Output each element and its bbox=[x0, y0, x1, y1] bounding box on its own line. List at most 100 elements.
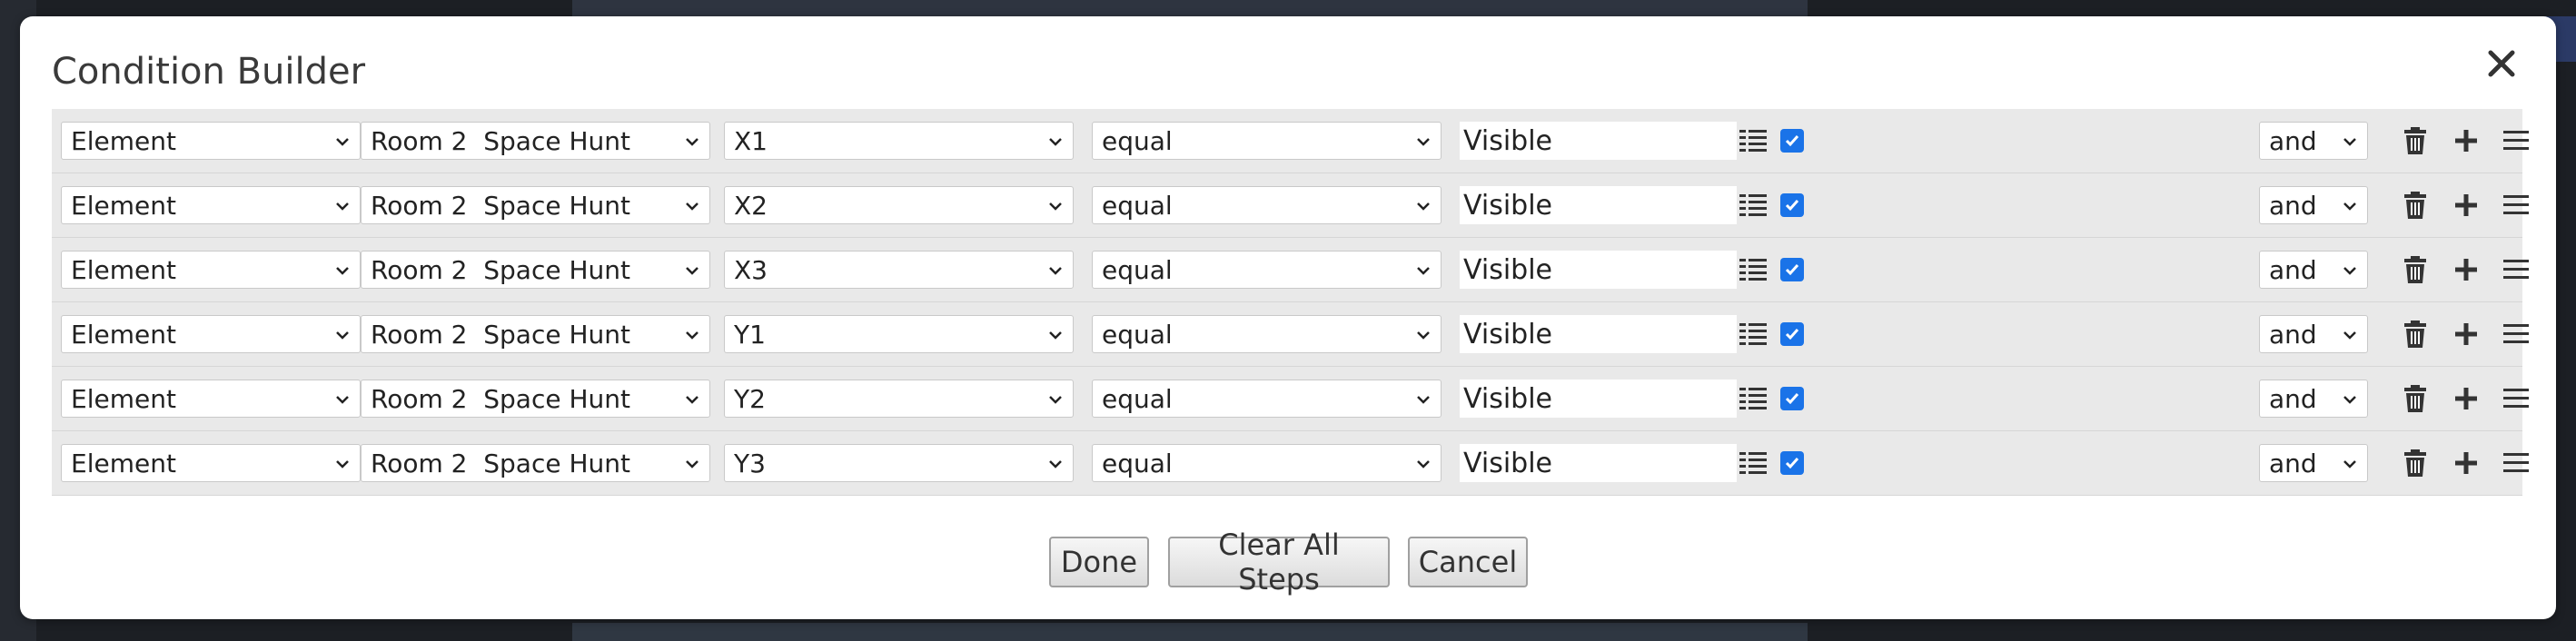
checkmark-icon bbox=[1785, 264, 1799, 276]
element-select-value: Y2 bbox=[734, 383, 766, 414]
reorder-handle[interactable] bbox=[2501, 253, 2531, 286]
add-row-button[interactable] bbox=[2451, 124, 2482, 157]
enabled-checkbox[interactable] bbox=[1780, 258, 1804, 281]
value-input[interactable] bbox=[1460, 251, 1737, 289]
value-input[interactable] bbox=[1460, 444, 1737, 482]
type-select[interactable]: Element bbox=[61, 380, 361, 418]
element-select[interactable]: X1 bbox=[724, 122, 1074, 160]
menu-icon bbox=[2503, 131, 2529, 150]
element-select[interactable]: Y1 bbox=[724, 315, 1074, 353]
type-select[interactable]: Element bbox=[61, 315, 361, 353]
connector-select-value: and bbox=[2269, 319, 2317, 350]
plus-icon bbox=[2455, 452, 2477, 474]
delete-row-button[interactable] bbox=[2400, 447, 2431, 479]
chevron-down-icon bbox=[1049, 267, 1062, 275]
value-input[interactable] bbox=[1460, 186, 1737, 224]
element-select-value: Y3 bbox=[734, 448, 766, 478]
condition-row: Element Room 2 Space Hunt Y1 equal and bbox=[52, 301, 2529, 366]
enabled-checkbox[interactable] bbox=[1780, 129, 1804, 153]
value-input[interactable] bbox=[1460, 380, 1737, 418]
checkmark-icon bbox=[1785, 458, 1799, 469]
connector-select[interactable]: and bbox=[2259, 186, 2368, 224]
chevron-down-icon bbox=[336, 202, 349, 211]
type-select[interactable]: Element bbox=[61, 122, 361, 160]
connector-select[interactable]: and bbox=[2259, 444, 2368, 482]
delete-row-button[interactable] bbox=[2400, 318, 2431, 350]
element-select[interactable]: X2 bbox=[724, 186, 1074, 224]
cancel-button[interactable]: Cancel bbox=[1408, 537, 1528, 587]
chevron-down-icon bbox=[1049, 331, 1062, 340]
chevron-down-icon bbox=[2343, 331, 2356, 340]
type-select[interactable]: Element bbox=[61, 251, 361, 289]
chevron-down-icon bbox=[1049, 138, 1062, 146]
connector-select-value: and bbox=[2269, 125, 2317, 156]
reorder-handle[interactable] bbox=[2501, 189, 2531, 222]
add-row-button[interactable] bbox=[2451, 447, 2482, 479]
enabled-checkbox[interactable] bbox=[1780, 387, 1804, 410]
delete-row-button[interactable] bbox=[2400, 124, 2431, 157]
chevron-down-icon bbox=[1417, 460, 1430, 468]
list-icon[interactable] bbox=[1739, 192, 1767, 218]
add-row-button[interactable] bbox=[2451, 318, 2482, 350]
operator-select[interactable]: equal bbox=[1092, 380, 1442, 418]
element-select[interactable]: Y3 bbox=[724, 444, 1074, 482]
condition-row: Element Room 2 Space Hunt X3 equal and bbox=[52, 237, 2529, 301]
connector-select[interactable]: and bbox=[2259, 251, 2368, 289]
type-select-value: Element bbox=[71, 383, 176, 414]
connector-select[interactable]: and bbox=[2259, 122, 2368, 160]
value-input[interactable] bbox=[1460, 122, 1737, 160]
element-select[interactable]: Y2 bbox=[724, 380, 1074, 418]
list-icon[interactable] bbox=[1739, 257, 1767, 282]
enabled-checkbox[interactable] bbox=[1780, 322, 1804, 346]
chevron-down-icon bbox=[1417, 202, 1430, 211]
type-select[interactable]: Element bbox=[61, 444, 361, 482]
list-icon[interactable] bbox=[1739, 386, 1767, 411]
room-select[interactable]: Room 2 Space Hunt bbox=[361, 251, 710, 289]
trash-icon bbox=[2404, 127, 2426, 154]
connector-select[interactable]: and bbox=[2259, 380, 2368, 418]
room-select[interactable]: Room 2 Space Hunt bbox=[361, 444, 710, 482]
operator-select[interactable]: equal bbox=[1092, 186, 1442, 224]
element-select-value: Y1 bbox=[734, 319, 766, 350]
checkmark-icon bbox=[1785, 393, 1799, 405]
chevron-down-icon bbox=[1049, 202, 1062, 211]
reorder-handle[interactable] bbox=[2501, 124, 2531, 157]
operator-select[interactable]: equal bbox=[1092, 122, 1442, 160]
operator-select[interactable]: equal bbox=[1092, 315, 1442, 353]
delete-row-button[interactable] bbox=[2400, 382, 2431, 415]
element-select[interactable]: X3 bbox=[724, 251, 1074, 289]
value-input[interactable] bbox=[1460, 315, 1737, 353]
enabled-checkbox[interactable] bbox=[1780, 193, 1804, 217]
room-select[interactable]: Room 2 Space Hunt bbox=[361, 315, 710, 353]
trash-icon bbox=[2404, 449, 2426, 477]
background-header bbox=[572, 0, 1808, 16]
operator-select[interactable]: equal bbox=[1092, 251, 1442, 289]
chevron-down-icon bbox=[1417, 331, 1430, 340]
trash-icon bbox=[2404, 385, 2426, 412]
connector-select[interactable]: and bbox=[2259, 315, 2368, 353]
reorder-handle[interactable] bbox=[2501, 447, 2531, 479]
room-select[interactable]: Room 2 Space Hunt bbox=[361, 122, 710, 160]
room-select-value: Room 2 Space Hunt bbox=[371, 383, 631, 414]
chevron-down-icon bbox=[1417, 138, 1430, 146]
add-row-button[interactable] bbox=[2451, 382, 2482, 415]
delete-row-button[interactable] bbox=[2400, 189, 2431, 222]
chevron-down-icon bbox=[336, 267, 349, 275]
chevron-down-icon bbox=[1049, 396, 1062, 404]
reorder-handle[interactable] bbox=[2501, 382, 2531, 415]
operator-select[interactable]: equal bbox=[1092, 444, 1442, 482]
close-button[interactable] bbox=[2480, 42, 2523, 85]
add-row-button[interactable] bbox=[2451, 253, 2482, 286]
list-icon[interactable] bbox=[1739, 450, 1767, 476]
add-row-button[interactable] bbox=[2451, 189, 2482, 222]
type-select[interactable]: Element bbox=[61, 186, 361, 224]
reorder-handle[interactable] bbox=[2501, 318, 2531, 350]
list-icon[interactable] bbox=[1739, 321, 1767, 347]
room-select[interactable]: Room 2 Space Hunt bbox=[361, 186, 710, 224]
delete-row-button[interactable] bbox=[2400, 253, 2431, 286]
clear-all-steps-button[interactable]: Clear All Steps bbox=[1168, 528, 1390, 597]
enabled-checkbox[interactable] bbox=[1780, 451, 1804, 475]
done-button[interactable]: Done bbox=[1049, 537, 1149, 587]
list-icon[interactable] bbox=[1739, 128, 1767, 153]
room-select[interactable]: Room 2 Space Hunt bbox=[361, 380, 710, 418]
